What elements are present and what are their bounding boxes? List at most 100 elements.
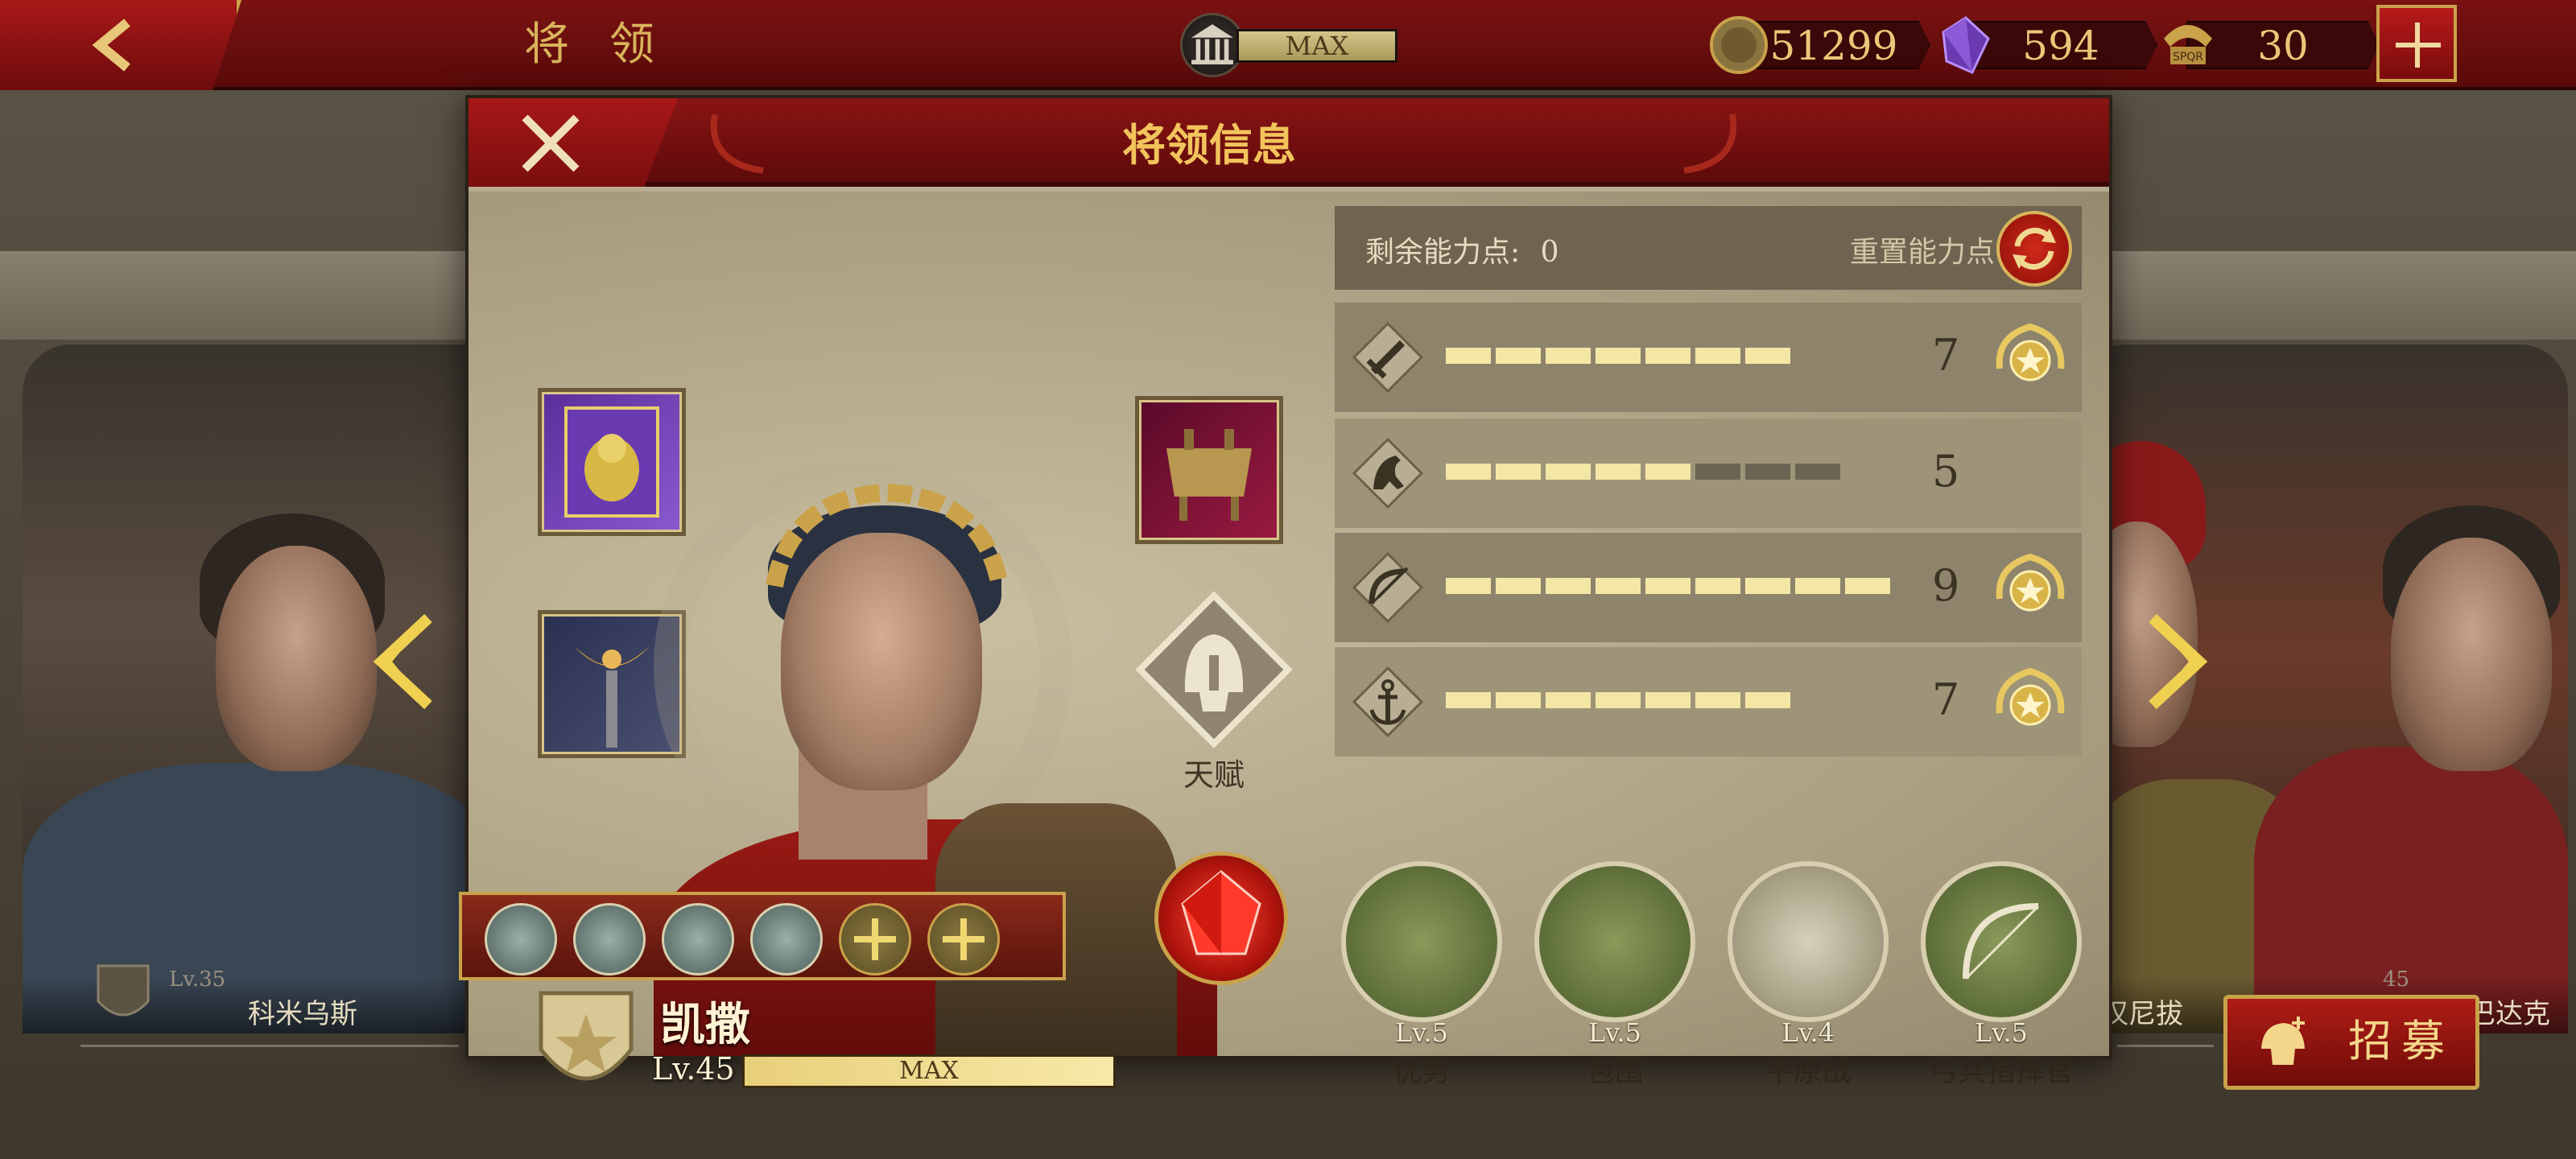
- stat-bar-segment: [1795, 464, 1840, 480]
- bow-icon: [1352, 551, 1424, 624]
- skill-slot-3[interactable]: [662, 903, 734, 975]
- back-button[interactable]: [0, 0, 242, 90]
- bow-commander-icon: [1921, 861, 2082, 1022]
- stat-bar-segment: [1745, 464, 1790, 480]
- tactic-skill-plains-battle[interactable]: Lv.4 平原战: [1728, 861, 1889, 1088]
- stat-bar-segment: [1695, 464, 1740, 480]
- coin-icon: [1710, 16, 1768, 74]
- stat-bar-segment: [1645, 578, 1690, 594]
- prev-hero-arrow-icon[interactable]: [364, 613, 436, 710]
- star-medal-icon: [1996, 553, 2065, 612]
- add-skill-button[interactable]: [839, 903, 911, 975]
- stat-value-navy: 7: [1932, 674, 1960, 725]
- anchor-icon: [1352, 666, 1424, 738]
- stat-bar-segment: [1546, 578, 1591, 594]
- temple-icon: [1180, 13, 1245, 77]
- svg-text:SPQR: SPQR: [2173, 51, 2203, 64]
- divider: [2117, 1045, 2214, 1047]
- stat-bar-segment: [1596, 464, 1641, 480]
- stat-bar-segment: [1596, 578, 1641, 594]
- tactic-name: 优势: [1392, 1055, 1451, 1088]
- rank-shield-icon: [97, 964, 150, 1017]
- stat-row-archery: 9: [1335, 533, 2082, 642]
- tactic-level: Lv.5: [1587, 1017, 1642, 1048]
- laurel-icon: [1683, 113, 1737, 174]
- stat-bar-segment: [1845, 578, 1890, 594]
- stat-bar-segment: [1446, 464, 1491, 480]
- horse-icon: [1352, 437, 1424, 509]
- gem-socket-button[interactable]: [1154, 852, 1288, 985]
- stat-row-infantry: 7: [1335, 303, 2082, 412]
- stat-bar-segment: [1446, 578, 1491, 594]
- laurel-icon: [710, 113, 764, 174]
- next-hero-arrow-icon[interactable]: [2145, 613, 2217, 710]
- plus-icon: [943, 918, 985, 960]
- building-max-chip[interactable]: MAX: [1180, 11, 1397, 79]
- tactic-skill-encircle[interactable]: Lv.5 包围: [1534, 861, 1695, 1088]
- stat-bar-segment: [1745, 578, 1790, 594]
- xp-bar: MAX: [742, 1054, 1116, 1088]
- sword-icon: [1352, 321, 1424, 394]
- skill-slot-1[interactable]: [485, 903, 557, 975]
- stat-row-cavalry: 5: [1335, 419, 2082, 528]
- divider: [80, 1045, 459, 1047]
- dialog-title: 将领信息: [1122, 119, 1296, 171]
- stat-bar-segment: [1596, 348, 1641, 364]
- tactic-level: Lv.5: [1974, 1017, 2029, 1048]
- add-skill-button[interactable]: [927, 903, 1000, 975]
- skill-slot-2[interactable]: [573, 903, 646, 975]
- stat-bar-segment: [1446, 348, 1491, 364]
- reset-points-button[interactable]: [1996, 211, 2072, 287]
- stat-value-archery: 9: [1932, 560, 1960, 611]
- dialog-header: 将领信息: [469, 98, 2109, 187]
- reset-points-label: 重置能力点: [1850, 236, 1996, 269]
- gem-icon: [1942, 16, 1990, 74]
- tactic-skill-advantage[interactable]: Lv.5 优势: [1341, 861, 1502, 1088]
- general-info-dialog: 将领信息 天赋 凯撒 Lv.45 MAX 剩余能力点: 0 重置能力点 7 5 …: [459, 95, 2112, 1088]
- stat-bar-segment: [1695, 692, 1740, 708]
- remaining-points-value: 0: [1540, 236, 1559, 269]
- spqr-standard-icon: SPQR: [2164, 25, 2212, 64]
- page-title: 将 领: [524, 19, 667, 71]
- archers-formation-icon: [1341, 861, 1502, 1022]
- close-icon: [522, 114, 580, 172]
- stat-bar-segment: [1496, 578, 1541, 594]
- stat-bar-segment: [1496, 348, 1541, 364]
- max-label: MAX: [1236, 29, 1397, 63]
- bow-icon: [1963, 903, 2040, 980]
- refresh-icon: [2013, 228, 2056, 270]
- top-bar: 将 领 MAX 51299 594 30 SPQR: [0, 0, 2576, 90]
- chevron-left-icon: [92, 19, 130, 72]
- stat-bar-segment: [1446, 692, 1491, 708]
- hero-level: Lv.35: [169, 967, 226, 992]
- remaining-points-label: 剩余能力点: 0: [1365, 229, 1559, 270]
- hero-name: 汉尼拔: [2101, 998, 2183, 1030]
- stat-bar-segment: [1546, 692, 1591, 708]
- ability-points-header: 剩余能力点: 0 重置能力点: [1335, 206, 2082, 290]
- tactic-name: 包围: [1585, 1055, 1644, 1088]
- hero-nameplate: Lv.35 科米乌斯: [23, 964, 506, 1033]
- stat-bar-segment: [1695, 578, 1740, 594]
- tactic-name: 弓兵指挥官: [1928, 1055, 2074, 1088]
- stat-row-navy: 7: [1335, 647, 2082, 757]
- hero-face: [216, 546, 377, 771]
- stat-bar-segment: [1745, 692, 1790, 708]
- plus-icon: [854, 918, 896, 960]
- hero-level: Lv.45: [652, 1051, 735, 1087]
- skill-slots-bar: [459, 892, 1066, 980]
- tactic-skill-archer-commander[interactable]: Lv.5 弓兵指挥官: [1921, 861, 2082, 1088]
- laurel-crown-icon: [766, 483, 1009, 588]
- hero-face: [2391, 538, 2552, 771]
- hero-name: 科米乌斯: [248, 998, 357, 1030]
- recruit-button[interactable]: 招募: [2223, 995, 2479, 1090]
- remaining-points-text: 剩余能力点:: [1365, 236, 1521, 269]
- add-resource-button[interactable]: [2376, 5, 2457, 82]
- close-button[interactable]: [469, 98, 678, 187]
- ruby-icon: [1181, 870, 1261, 955]
- skill-slot-4[interactable]: [750, 903, 823, 975]
- stat-bar-segment: [1496, 692, 1541, 708]
- stat-bar-segment: [1645, 348, 1690, 364]
- star-medal-icon: [1996, 667, 2065, 726]
- tactic-level: Lv.4: [1781, 1017, 1835, 1048]
- stat-value-infantry: 7: [1932, 330, 1960, 381]
